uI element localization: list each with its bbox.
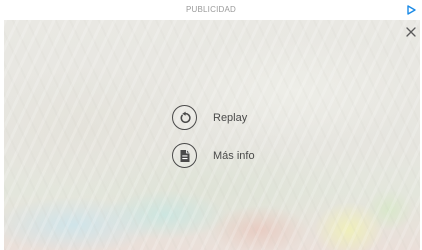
more-info-label: Más info — [213, 149, 255, 162]
ad-header: PUBLICIDAD — [0, 0, 422, 20]
advertising-label: PUBLICIDAD — [185, 5, 236, 14]
replay-icon — [172, 105, 197, 130]
more-info-button[interactable]: Más info — [172, 142, 255, 169]
adchoices-triangle-icon[interactable] — [406, 5, 416, 15]
replay-button[interactable]: Replay — [172, 104, 255, 131]
document-icon — [172, 143, 197, 168]
replay-label: Replay — [213, 111, 248, 124]
end-card-menu: Replay Más info — [172, 104, 255, 180]
close-x-icon[interactable] — [404, 25, 418, 39]
